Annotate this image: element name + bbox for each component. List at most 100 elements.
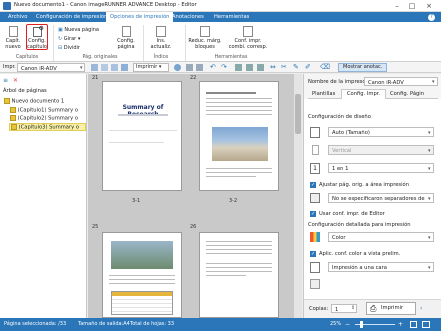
text-line [206, 114, 272, 115]
pages-per-sheet-value: 1 en 1 [332, 166, 349, 172]
fit-to-print-area-checkbox[interactable]: ✓ [310, 182, 316, 188]
new-chapter-icon [8, 26, 18, 37]
color-mode-select[interactable]: Color ▾ [328, 232, 434, 242]
redo-icon[interactable]: ↷ [221, 63, 227, 71]
orientation-select[interactable]: Vertical ▾ [328, 145, 434, 155]
eraser-icon[interactable]: ⌫ [320, 63, 330, 71]
thumbnail-icon[interactable] [235, 64, 242, 71]
tab-config-impresion[interactable]: Configuración de impresión [32, 12, 111, 22]
cut-icon[interactable] [91, 64, 98, 71]
tree-item-chapter1[interactable]: (Capítulo1) Summary o [10, 107, 78, 114]
zoom-in-icon[interactable]: + [398, 321, 403, 328]
apply-color-preview-checkbox[interactable]: ✓ [310, 251, 316, 257]
tree-item-chapter3[interactable]: (Capítulo3) Summary o [9, 123, 86, 131]
separator-select[interactable]: No se especificaron separadores de c ▾ [328, 193, 434, 203]
page-view-icon[interactable] [186, 64, 193, 71]
text-line [109, 283, 175, 284]
grid-icon[interactable] [246, 64, 253, 71]
new-chapter-button[interactable]: Capít. nuevo [3, 26, 23, 50]
chevron-down-icon: ▾ [428, 166, 431, 172]
show-annotations-button[interactable]: Mostrar anotac. [338, 63, 388, 72]
fit-width-icon[interactable] [422, 321, 430, 328]
page-thumbnail[interactable] [102, 232, 182, 318]
maximize-icon[interactable]: □ [407, 1, 417, 11]
window-title: Nuevo documento1 - Canon imageRUNNER ADV… [14, 2, 197, 8]
divider [185, 25, 186, 61]
pages-group-label: Pág. originales [82, 55, 118, 60]
print-submit-button[interactable]: ⎙ Imprimir [366, 302, 416, 315]
tab-config-impr[interactable]: Config. Impr. [341, 89, 386, 99]
mail-merge-button[interactable]: Conf. impr. combi. corresp. [226, 26, 270, 50]
text-line [109, 130, 177, 131]
tab-herramientas[interactable]: Herramientas [210, 12, 253, 22]
rotate-button[interactable]: ↻ Girar ▾ [58, 36, 80, 42]
reduce-margins-button[interactable]: Reduc. márg. bloques [188, 26, 222, 50]
tab-archivo[interactable]: Archivo [4, 12, 31, 22]
text-line [206, 168, 272, 169]
scrollbar-thumb[interactable] [295, 94, 301, 134]
title-bar: Nuevo documento1 - Canon imageRUNNER ADV… [0, 0, 441, 12]
collapse-icon[interactable]: ≡ [3, 77, 8, 84]
tree-item-document[interactable]: Nuevo documento 1 [4, 98, 64, 105]
tab-config-pagina[interactable]: Config. Págin [390, 91, 424, 99]
text-line [206, 106, 272, 107]
show-annotations-label: Mostrar anotac. [343, 64, 383, 70]
tab-anotaciones[interactable]: Anotaciones [168, 12, 208, 22]
list-icon[interactable] [257, 64, 264, 71]
text-line [206, 275, 246, 276]
page-thumbnail[interactable] [199, 232, 279, 318]
tree-item-label: (Capítulo1) Summary o [17, 107, 79, 114]
new-page-button[interactable]: ▣ Nueva página [58, 27, 99, 33]
tree-item-chapter2[interactable]: (Capítulo2) Summary o [10, 115, 78, 122]
tab-plantillas[interactable]: Plantillas [312, 91, 335, 99]
tab-opciones-impresion[interactable]: Opciones de impresión [106, 12, 174, 22]
vertical-scrollbar[interactable] [294, 74, 302, 318]
delete-chapter-icon[interactable]: ✕ [13, 77, 18, 84]
printer-name-label: Nombre de la impresora: [308, 79, 373, 85]
text-line [109, 279, 175, 280]
chapter-settings-button[interactable]: ⚙ Config. capítulo [26, 24, 48, 50]
spinner-icon[interactable]: ⇕ [351, 305, 355, 311]
zoom-slider-thumb[interactable] [360, 321, 363, 328]
duplex-select[interactable]: Impresión a una cara ▾ [328, 262, 434, 272]
text-line [206, 176, 256, 177]
preview-icon[interactable] [174, 64, 181, 71]
delete-icon[interactable] [121, 64, 128, 71]
undo-icon[interactable]: ↶ [210, 63, 216, 71]
text-line [206, 98, 272, 99]
fit-width-icon[interactable]: ⇔ [270, 63, 276, 71]
color-mode-value: Color [332, 235, 346, 241]
printer-select[interactable]: Canon iR-ADV ▾ [17, 63, 85, 72]
copies-input[interactable]: 1 ⇕ [331, 304, 357, 313]
cut-scissors-icon[interactable]: ✂ [281, 63, 287, 71]
zoom-out-icon[interactable]: − [345, 321, 350, 328]
print-button[interactable]: Imprimir ▾ [133, 63, 169, 72]
paste-icon[interactable] [111, 64, 118, 71]
edit-icon[interactable]: ✎ [293, 63, 299, 71]
detail-section-title: Configuración detallada para impresión [308, 222, 411, 228]
update-index-button[interactable]: Ins. actualiz. [146, 26, 176, 50]
zoom-icon[interactable] [196, 64, 203, 71]
fit-page-icon[interactable] [410, 321, 417, 328]
help-icon[interactable]: ? [428, 14, 435, 21]
marker-icon[interactable]: ✐ [305, 63, 311, 71]
page-settings-button[interactable]: Config. página [113, 26, 139, 50]
close-icon[interactable]: × [424, 1, 434, 11]
page-thumbnail-3-1[interactable]: Summary of Research [102, 81, 182, 191]
chevron-right-icon[interactable]: › [420, 305, 422, 312]
printer-name-select[interactable]: Canon iR-ADV ▾ [364, 77, 438, 86]
paper-size-select[interactable]: Auto (Tamaño) ▾ [328, 127, 434, 137]
page-tree-pane: ≡ ✕ Árbol de páginas Nuevo documento 1 (… [0, 74, 87, 318]
use-editor-settings-checkbox[interactable]: ✓ [310, 211, 316, 217]
page-label: 3-2 [229, 198, 238, 204]
ribbon: Capít. nuevo ⚙ Config. capítulo Capítulo… [0, 22, 441, 62]
copy-icon[interactable] [101, 64, 108, 71]
index-icon [156, 26, 166, 37]
page-tree-heading: Árbol de páginas [3, 88, 47, 94]
page-thumbnail-3-2[interactable] [199, 81, 279, 191]
split-button[interactable]: ⊟ Dividir [58, 45, 80, 51]
pages-per-sheet-select[interactable]: 1 en 1 ▾ [328, 163, 434, 173]
copies-label: Copias: [309, 306, 329, 312]
minimize-icon[interactable]: – [392, 1, 402, 11]
duplex-value: Impresión a una cara [332, 265, 387, 271]
